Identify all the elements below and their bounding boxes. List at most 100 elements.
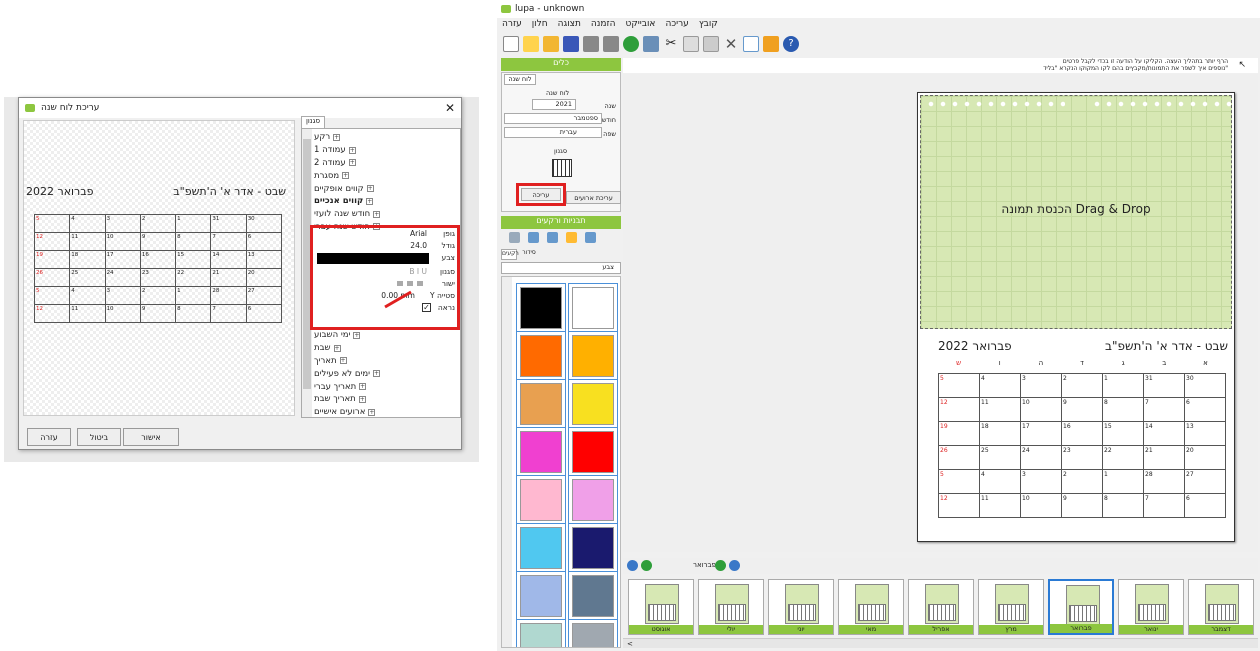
tree-item[interactable]: + ארועים אישיים [314,406,460,419]
refresh-icon[interactable] [623,36,639,52]
open-folder-icon[interactable] [543,36,559,52]
menu-item[interactable]: תצוגה [558,19,581,33]
calendar-day-cell[interactable]: 5 [938,373,980,398]
tree-item[interactable]: + תאריך שבת [314,393,460,406]
calendar-day-cell[interactable]: 11 [979,493,1021,518]
month-thumbnail[interactable]: אפריל [908,579,974,635]
tab-backgrounds[interactable]: רקעים [501,249,519,260]
calendar-day-cell[interactable]: 9 [1061,397,1103,422]
calendar-day-cell[interactable]: 10 [1020,397,1062,422]
undo-icon[interactable] [583,36,599,52]
zoom-icon[interactable] [743,36,759,52]
cut-icon[interactable]: ✂ [663,36,679,52]
template-tool-icon[interactable] [509,232,520,243]
calendar-day-cell[interactable]: 12 [33,304,71,323]
calendar-day-cell[interactable]: 8 [1102,397,1144,422]
calendar-day-cell[interactable]: 11 [69,304,106,323]
color-swatch[interactable] [568,619,618,647]
tab-calendar[interactable]: לוח שנה [504,74,536,85]
calendar-day-cell[interactable]: 3 [1020,469,1062,494]
month-thumbnail[interactable]: אוגוסט [628,579,694,635]
calendar-day-cell[interactable]: 16 [1061,421,1103,446]
align-buttons[interactable] [397,281,427,286]
expand-icon[interactable]: + [359,383,367,391]
new-file-icon[interactable] [503,36,519,52]
calendar-day-cell[interactable]: 31 [1143,373,1185,398]
calendar-day-cell[interactable]: 25 [69,268,106,287]
calendar-day-cell[interactable]: 3 [104,214,141,233]
calendar-day-cell[interactable]: 25 [979,445,1021,470]
tree-item[interactable]: + תאריך עברי [314,380,460,393]
calendar-day-cell[interactable]: 31 [210,214,247,233]
menu-item[interactable]: הזמנה [591,19,616,33]
template-tool-icon[interactable] [566,232,577,243]
calendar-day-cell[interactable]: 30 [245,214,283,233]
calendar-day-cell[interactable]: 6 [1184,493,1226,518]
first-page-icon[interactable] [627,560,638,571]
tree-item[interactable]: + ימי השבוע [314,329,460,342]
calendar-day-cell[interactable]: 2 [139,214,177,233]
calendar-day-cell[interactable]: 9 [139,232,177,251]
calendar-day-cell[interactable]: 6 [1184,397,1226,422]
thumb-scrollbar[interactable]: < [623,638,1258,648]
month-thumbnail[interactable]: מאי [838,579,904,635]
expand-icon[interactable]: + [366,185,374,193]
color-swatch[interactable] [568,571,618,621]
expand-icon[interactable]: + [342,172,350,180]
month-thumbnail[interactable]: ינואר [1118,579,1184,635]
calendar-day-cell[interactable]: 4 [69,214,106,233]
calendar-day-cell[interactable]: 10 [104,232,141,251]
photo-drop-zone[interactable]: הכנסת תמונה Drag & Drop [920,95,1232,329]
edit-events-button[interactable]: עריכת ארועים [566,191,621,204]
color-swatch[interactable] [568,427,618,477]
calendar-day-cell[interactable]: 9 [1061,493,1103,518]
calendar-day-cell[interactable]: 8 [1102,493,1144,518]
tree-item[interactable]: + עמודה 1 [314,144,460,157]
tree-item[interactable]: + תאריך [314,355,460,368]
expand-icon[interactable]: + [368,408,376,416]
tree-item[interactable]: + מסגרת [314,169,460,182]
expand-icon[interactable]: + [366,197,374,205]
calendar-day-cell[interactable]: 7 [210,232,247,251]
color-swatch[interactable] [516,427,566,477]
menu-item[interactable]: קובץ [699,19,718,33]
calendar-day-cell[interactable]: 26 [33,268,71,287]
redo-icon[interactable] [603,36,619,52]
calendar-day-cell[interactable]: 28 [210,286,247,305]
calendar-day-cell[interactable]: 8 [175,232,212,251]
calendar-day-cell[interactable]: 18 [979,421,1021,446]
calendar-day-cell[interactable]: 20 [1184,445,1226,470]
language-select[interactable]: עברית [504,127,602,138]
template-tool-icon[interactable] [585,232,596,243]
calendar-day-cell[interactable]: 21 [210,268,247,287]
calendar-day-cell[interactable]: 1 [1102,469,1144,494]
calendar-day-cell[interactable]: 18 [69,250,106,269]
color-swatch[interactable] [568,475,618,525]
page-calendar-grid[interactable]: 5 4 3 2 1 31 30 12 11 10 9 8 7 6 19 18 17 16 15 14 13 26 25 24 2… [938,373,1226,518]
tree-item[interactable]: + קווים אופקיים [314,182,460,195]
tree-item[interactable]: + שבת [314,342,460,355]
calendar-day-cell[interactable]: 17 [1020,421,1062,446]
calendar-day-cell[interactable]: 8 [175,304,212,323]
color-swatch[interactable] [516,571,566,621]
calendar-day-cell[interactable]: 12 [33,232,71,251]
calendar-day-cell[interactable]: 2 [1061,373,1103,398]
expand-icon[interactable]: + [339,357,347,365]
calendar-day-cell[interactable]: 5 [33,286,71,305]
calendar-day-cell[interactable]: 6 [245,232,283,251]
wizard-icon[interactable] [523,36,539,52]
calendar-day-cell[interactable]: 27 [245,286,283,305]
help-icon[interactable]: ? [783,36,799,52]
calendar-day-cell[interactable]: 4 [979,373,1021,398]
calendar-day-cell[interactable]: 11 [979,397,1021,422]
calendar-day-cell[interactable]: 12 [938,493,980,518]
calendar-day-cell[interactable]: 14 [1143,421,1185,446]
calendar-day-cell[interactable]: 23 [1061,445,1103,470]
tab-arrangement[interactable]: סידור [519,249,539,260]
color-swatch[interactable] [568,379,618,429]
hint-bar[interactable]: הרף יותר בתהליך העצה. הקליקו על הודעה זו… [623,58,1258,73]
expand-icon[interactable]: + [333,344,341,352]
color-swatch[interactable] [568,523,618,573]
ok-button[interactable]: אישור [123,428,179,446]
expand-icon[interactable]: + [358,395,366,403]
